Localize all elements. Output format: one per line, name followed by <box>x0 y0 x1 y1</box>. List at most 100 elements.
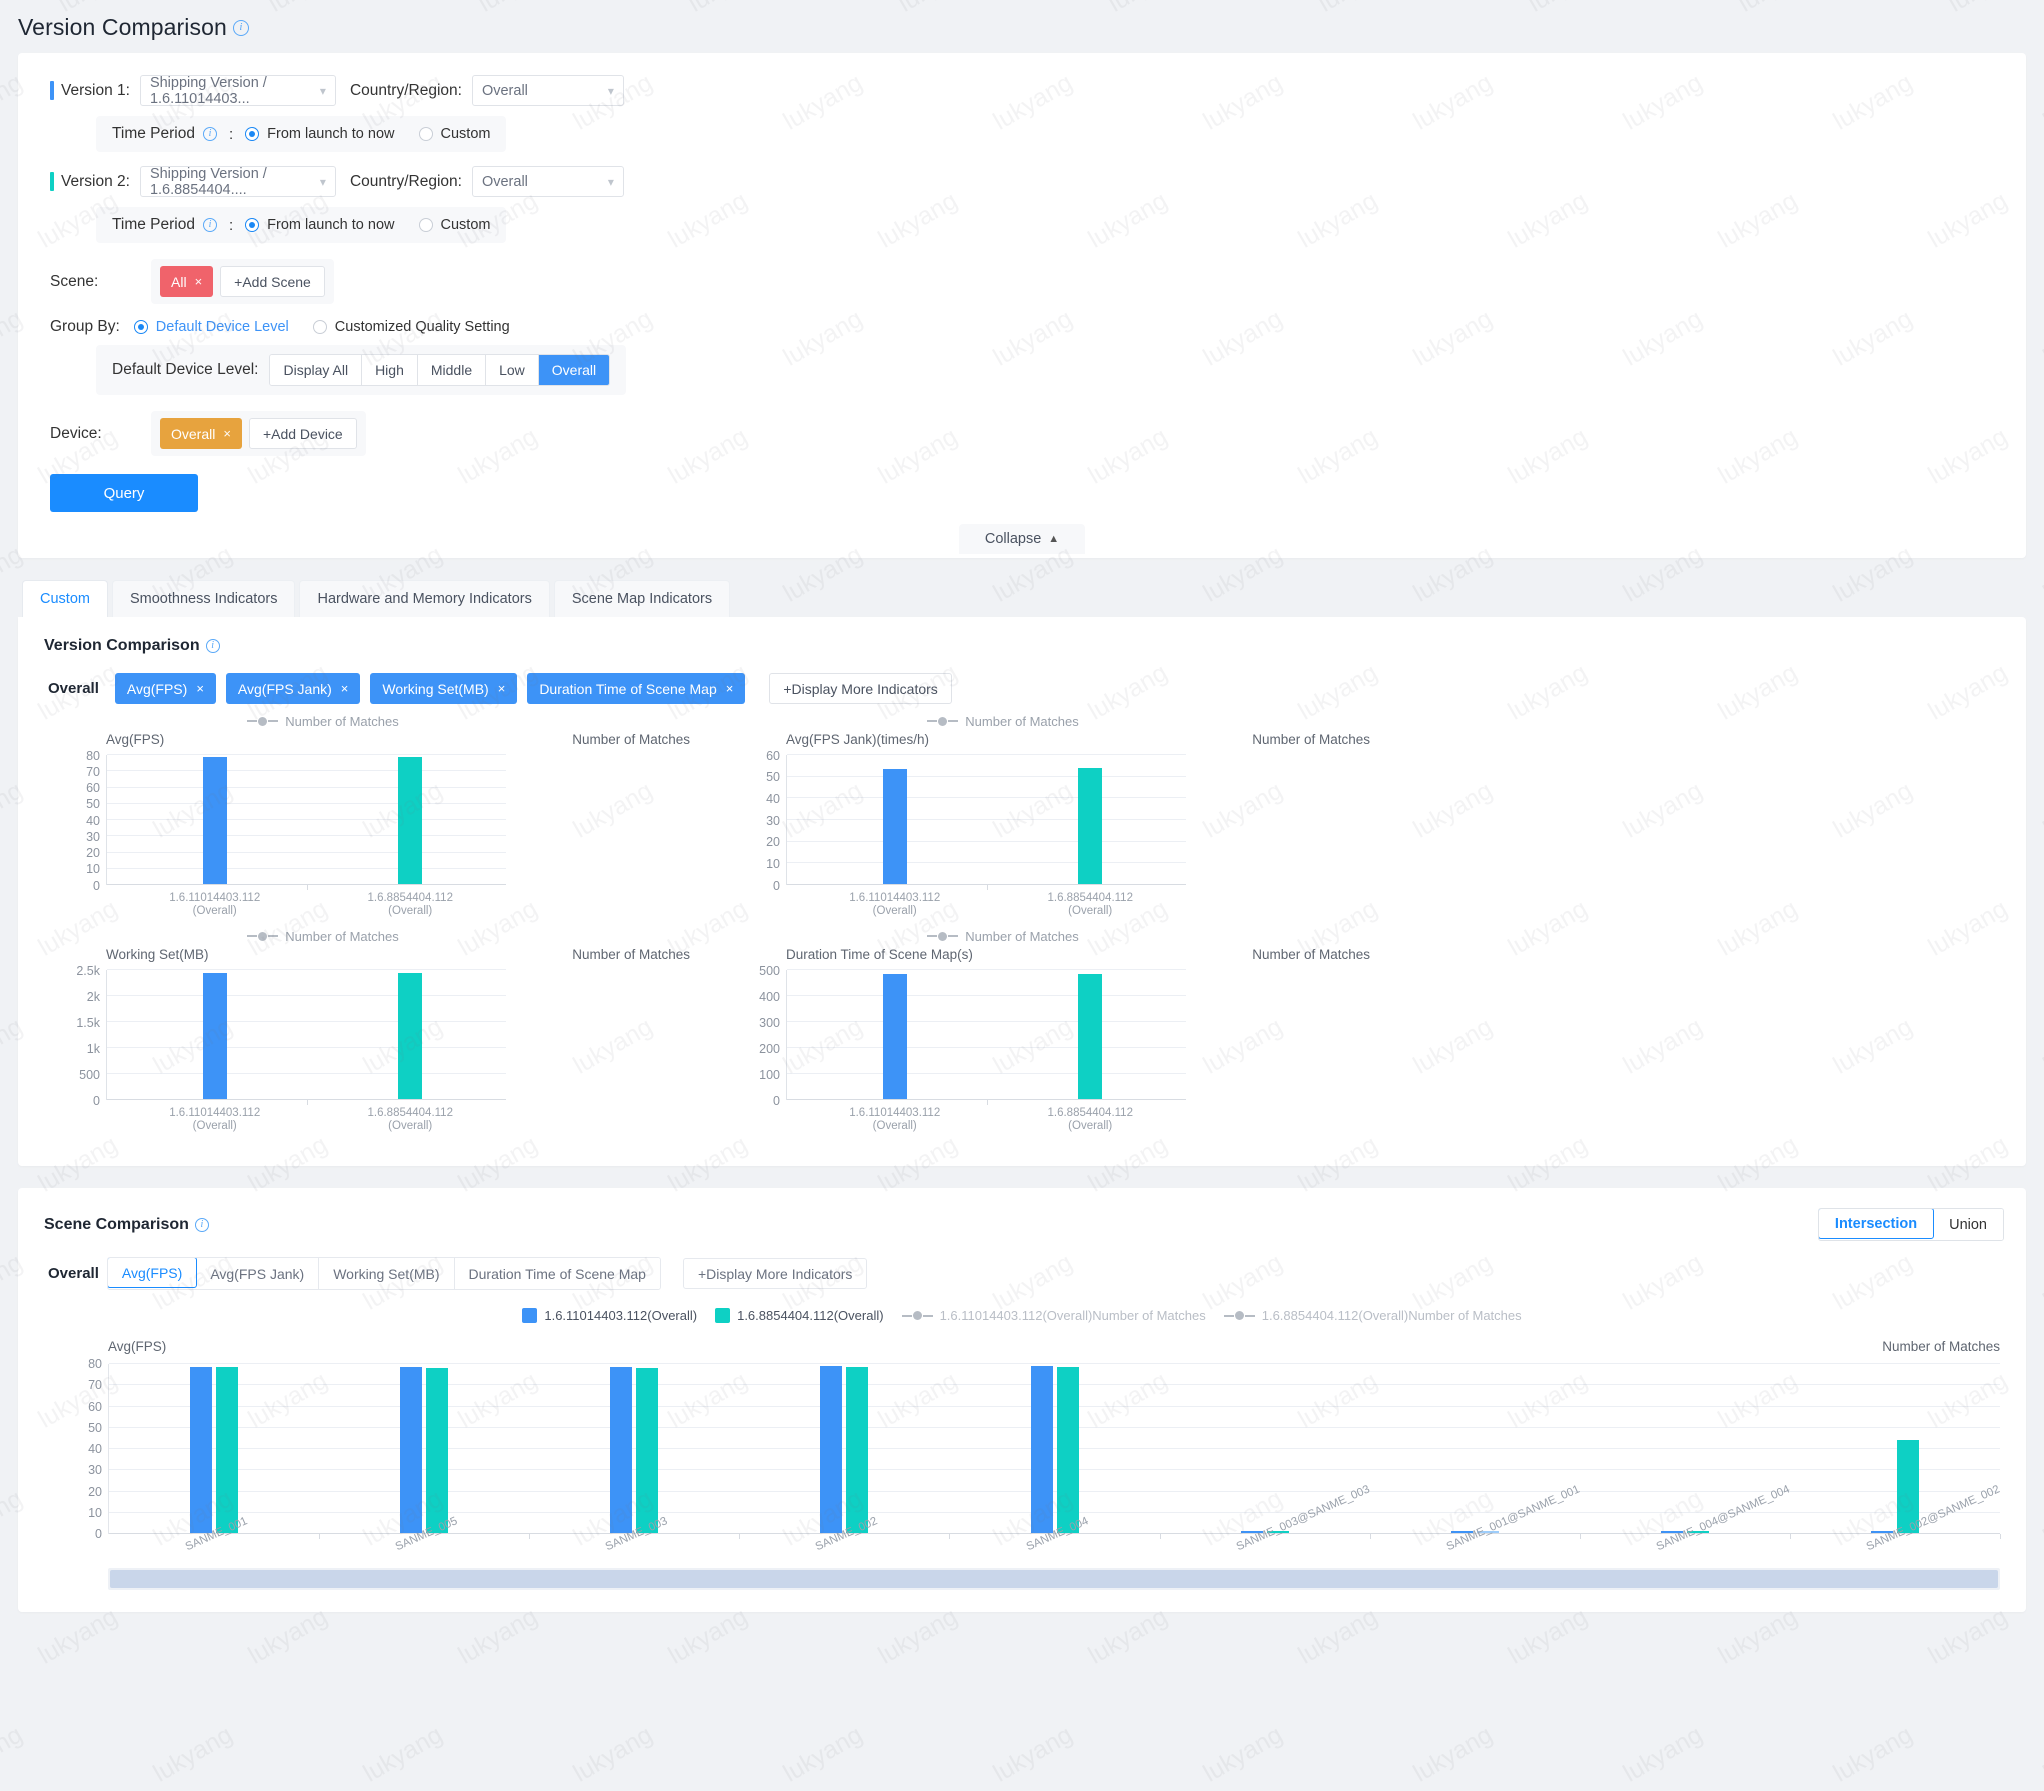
scene-display-more-indicators-button[interactable]: +Display More Indicators <box>682 1258 868 1289</box>
bar[interactable] <box>610 1366 633 1533</box>
bar[interactable] <box>1078 768 1103 884</box>
mini-chart-right-y-label: Number of Matches <box>572 947 690 962</box>
scene-indicator-duration-time-of-scene-map[interactable]: Duration Time of Scene Map <box>454 1258 660 1289</box>
x-axis-tickmark <box>306 1100 308 1105</box>
bar[interactable] <box>882 974 907 1099</box>
x-axis-tick: SANME_001@SANME_001 <box>1444 1483 1582 1554</box>
device-level-option-high[interactable]: High <box>362 355 418 385</box>
legend-item-2[interactable]: 1.6.8854404.112(Overall) <box>715 1308 884 1323</box>
close-icon[interactable]: × <box>341 681 349 696</box>
gridline <box>787 840 1186 842</box>
indicator-chip-label: Avg(FPS) <box>126 680 188 697</box>
legend-item-3[interactable]: 1.6.11014403.112(Overall)Number of Match… <box>901 1308 1206 1323</box>
add-scene-button[interactable]: +Add Scene <box>220 266 325 297</box>
scene-chip-all[interactable]: All × <box>160 266 214 297</box>
set-mode-union[interactable]: Union <box>1933 1209 2003 1240</box>
bar[interactable] <box>400 1366 423 1533</box>
version1-country-select[interactable]: Overall ▾ <box>471 75 624 106</box>
legend-item-4[interactable]: 1.6.8854404.112(Overall)Number of Matche… <box>1223 1308 1522 1323</box>
x-axis-tick: SANME_004@SANME_004 <box>1654 1483 1792 1554</box>
version2-time-period-box: Time Period i : From launch to now Custo… <box>96 207 507 243</box>
scene-chart-scrollbar[interactable] <box>108 1568 2000 1590</box>
scene-indicator-segmented[interactable]: Avg(FPS) Avg(FPS Jank) Working Set(MB) D… <box>106 1257 661 1290</box>
gridline <box>107 1047 506 1048</box>
indicator-chip-label: Duration Time of Scene Map <box>539 680 717 697</box>
x-axis-tick-line1: 1.6.11014403.112 <box>849 892 941 904</box>
line-marker-icon <box>927 716 959 726</box>
version2-country-select[interactable]: Overall ▾ <box>471 166 624 197</box>
bar[interactable] <box>1030 1366 1053 1533</box>
close-icon[interactable]: × <box>195 274 203 289</box>
bar[interactable] <box>216 1366 239 1533</box>
device-level-option-middle[interactable]: Middle <box>417 355 487 385</box>
bar[interactable] <box>190 1366 213 1533</box>
scene-chart-scroll-thumb[interactable] <box>110 1570 1998 1588</box>
tab-hardware-and-memory-indicators[interactable]: Hardware and Memory Indicators <box>299 580 550 617</box>
gridline <box>107 770 506 772</box>
scene-indicator-working-set[interactable]: Working Set(MB) <box>319 1258 455 1289</box>
group-by-radio-custom-label: Customized Quality Setting <box>334 319 510 335</box>
info-icon[interactable]: i <box>202 218 217 232</box>
indicator-chip-label: Avg(FPS Jank) <box>237 680 332 697</box>
scene-indicator-avg-fps[interactable]: Avg(FPS) <box>107 1258 198 1288</box>
info-icon[interactable]: i <box>205 639 220 653</box>
mini-chart-legend-label: Number of Matches <box>965 713 1079 729</box>
info-icon[interactable]: i <box>232 19 249 36</box>
set-mode-intersection[interactable]: Intersection <box>1818 1209 1935 1239</box>
scene-indicator-avg-fps-jank[interactable]: Avg(FPS Jank) <box>196 1258 320 1289</box>
tab-smoothness-indicators[interactable]: Smoothness Indicators <box>111 580 296 617</box>
y-axis-tick: 0 <box>95 1527 102 1541</box>
mini-chart-legend: Number of Matches <box>628 925 1378 947</box>
x-axis-tickmark <box>306 885 308 890</box>
group-by-radio-default[interactable] <box>133 320 148 334</box>
gridline <box>107 867 506 869</box>
bar[interactable] <box>398 972 423 1099</box>
indicator-chip-avg-fps-jank[interactable]: Avg(FPS Jank) × <box>225 673 361 704</box>
add-device-button[interactable]: +Add Device <box>248 418 357 449</box>
watermark-text: lukyang <box>0 1720 28 1788</box>
version-comparison-card: Version Comparison i Overall Avg(FPS) × … <box>18 617 2026 1166</box>
group-by-radio-custom[interactable] <box>312 320 327 334</box>
bar[interactable] <box>202 757 227 884</box>
gridline <box>787 995 1186 996</box>
device-level-option-display-all[interactable]: Display All <box>270 355 363 385</box>
set-mode-toggle[interactable]: Intersection Union <box>1817 1208 2004 1241</box>
bar[interactable] <box>882 769 907 884</box>
display-more-indicators-button[interactable]: +Display More Indicators <box>769 673 952 704</box>
close-icon[interactable]: × <box>498 681 506 696</box>
bar[interactable] <box>820 1365 843 1533</box>
x-axis-tick-line2: (Overall) <box>1068 1120 1113 1132</box>
version2-radio-custom[interactable] <box>418 218 433 232</box>
indicator-chip-working-set[interactable]: Working Set(MB) × <box>370 673 518 704</box>
version2-radio-from-launch[interactable] <box>245 218 260 232</box>
device-level-option-overall[interactable]: Overall <box>538 355 610 385</box>
collapse-button[interactable]: Collapse ▲ <box>958 524 1086 554</box>
group-by-row: Group By: Default Device Level Customize… <box>18 318 2026 336</box>
tab-scene-map-indicators[interactable]: Scene Map Indicators <box>553 580 731 617</box>
close-icon[interactable]: × <box>223 426 231 441</box>
info-icon[interactable]: i <box>194 1217 209 1232</box>
device-chip-overall[interactable]: Overall × <box>160 418 242 449</box>
version1-radio-custom[interactable] <box>418 127 433 141</box>
bar[interactable] <box>1078 973 1103 1099</box>
watermark-text: lukyang <box>1083 1602 1173 1670</box>
mini-chart-legend: Number of Matches <box>628 710 1378 732</box>
version2-select[interactable]: Shipping Version / 1.6.8854404.... ▾ <box>139 166 336 198</box>
line-marker-icon <box>901 1311 933 1320</box>
version1-radio-from-launch[interactable] <box>245 127 260 141</box>
version1-select[interactable]: Shipping Version / 1.6.11014403... ▾ <box>139 75 336 107</box>
gridline <box>107 1021 506 1022</box>
device-level-option-low[interactable]: Low <box>486 355 539 385</box>
legend-item-1[interactable]: 1.6.11014403.112(Overall) <box>522 1308 697 1323</box>
device-level-segmented[interactable]: Display All High Middle Low Overall <box>269 354 611 386</box>
query-button[interactable]: Query <box>50 474 198 512</box>
indicator-chip-duration-time-of-scene-map[interactable]: Duration Time of Scene Map × <box>527 673 746 704</box>
tab-custom[interactable]: Custom <box>22 580 108 617</box>
bar[interactable] <box>202 972 227 1099</box>
close-icon[interactable]: × <box>726 681 734 696</box>
indicator-chip-avg-fps[interactable]: Avg(FPS) × <box>114 673 216 704</box>
info-icon[interactable]: i <box>202 127 217 141</box>
bar[interactable] <box>1056 1366 1079 1533</box>
close-icon[interactable]: × <box>196 681 204 696</box>
bar[interactable] <box>398 757 423 884</box>
